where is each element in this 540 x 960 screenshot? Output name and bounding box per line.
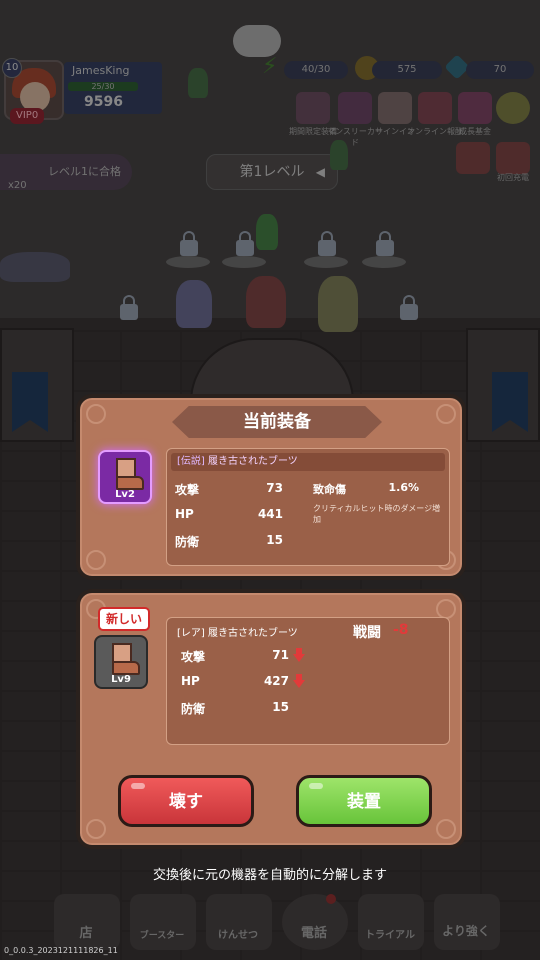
current-stats-box: [伝説] 履き古されたブーツ 攻撃 73 HP 441 防衛 15 致命傷 1.… [166,448,450,566]
stat-attack-label: 攻撃 [175,483,200,497]
equip-button[interactable]: 装置 [296,775,432,827]
destroy-button[interactable]: 壊す [118,775,254,827]
stat-hp-label: HP [175,507,194,521]
boot-foot [116,476,144,490]
new-stat-defense-value: 15 [272,700,289,714]
stat-crit-label: 致命傷 [313,483,346,496]
stat-attack-value: 73 [266,481,283,495]
current-item-name: 履き古されたブーツ [208,456,298,467]
version-label: 0_0.0.3_2023121111826_11 [4,946,118,955]
corner-ornament [86,819,106,839]
new-stat-attack-value: 71 [272,648,289,662]
new-item-level: Lv9 [111,674,131,685]
corner-ornament [86,550,106,570]
current-item-slot[interactable]: Lv2 [98,450,152,504]
corner-ornament [436,819,456,839]
stat-crit-value: 1.6% [388,481,419,494]
new-equipment-panel: 新しい Lv9 [レア] 履き古されたブーツ 戦闘 -8 攻撃 71 HP 42… [76,589,466,849]
new-stat-hp-value: 427 [263,674,289,688]
stat-defense-label: 防衛 [175,535,200,549]
current-item-rarity: [伝説] [177,456,205,467]
new-stat-hp-label: HP [181,674,200,688]
new-item-title: [レア] 履き古されたブーツ [177,628,298,639]
auto-dismantle-note: 交換後に元の機器を自動的に分解します [152,868,387,883]
new-badge: 新しい [98,607,150,631]
stat-down-arrow-icon [293,674,305,688]
new-stat-attack-label: 攻撃 [181,650,206,664]
new-item-slot[interactable]: Lv9 [94,635,148,689]
boot-icon [114,458,144,490]
current-panel-body: 当前装备 Lv2 [伝説] 履き古されたブーツ 攻撃 73 HP 441 防衛 … [80,398,462,576]
current-item-title: [伝説] 履き古されたブーツ [171,453,445,471]
corner-ornament [436,599,456,619]
boot-foot [112,661,140,675]
new-stat-defense-label: 防衛 [181,702,206,716]
stat-down-arrow-icon [293,648,305,662]
current-item-level: Lv2 [115,489,135,500]
current-equipment-header: 当前装备 [172,406,382,438]
stat-defense-value: 15 [266,533,283,547]
new-panel-body: 新しい Lv9 [レア] 履き古されたブーツ 戦闘 -8 攻撃 71 HP 42… [80,593,462,845]
stat-hp-value: 441 [257,507,283,521]
stat-crit-description: クリティカルヒット時のダメージ増加 [313,504,441,524]
corner-ornament [436,404,456,424]
combat-delta: -8 [393,622,409,638]
boot-icon [110,643,140,675]
current-equipment-panel: 当前装备 Lv2 [伝説] 履き古されたブーツ 攻撃 73 HP 441 防衛 … [76,394,466,580]
new-stats-box: [レア] 履き古されたブーツ 戦闘 -8 攻撃 71 HP 427 防衛 15 [166,617,450,745]
combat-label: 戦闘 [353,625,381,641]
corner-ornament [86,404,106,424]
